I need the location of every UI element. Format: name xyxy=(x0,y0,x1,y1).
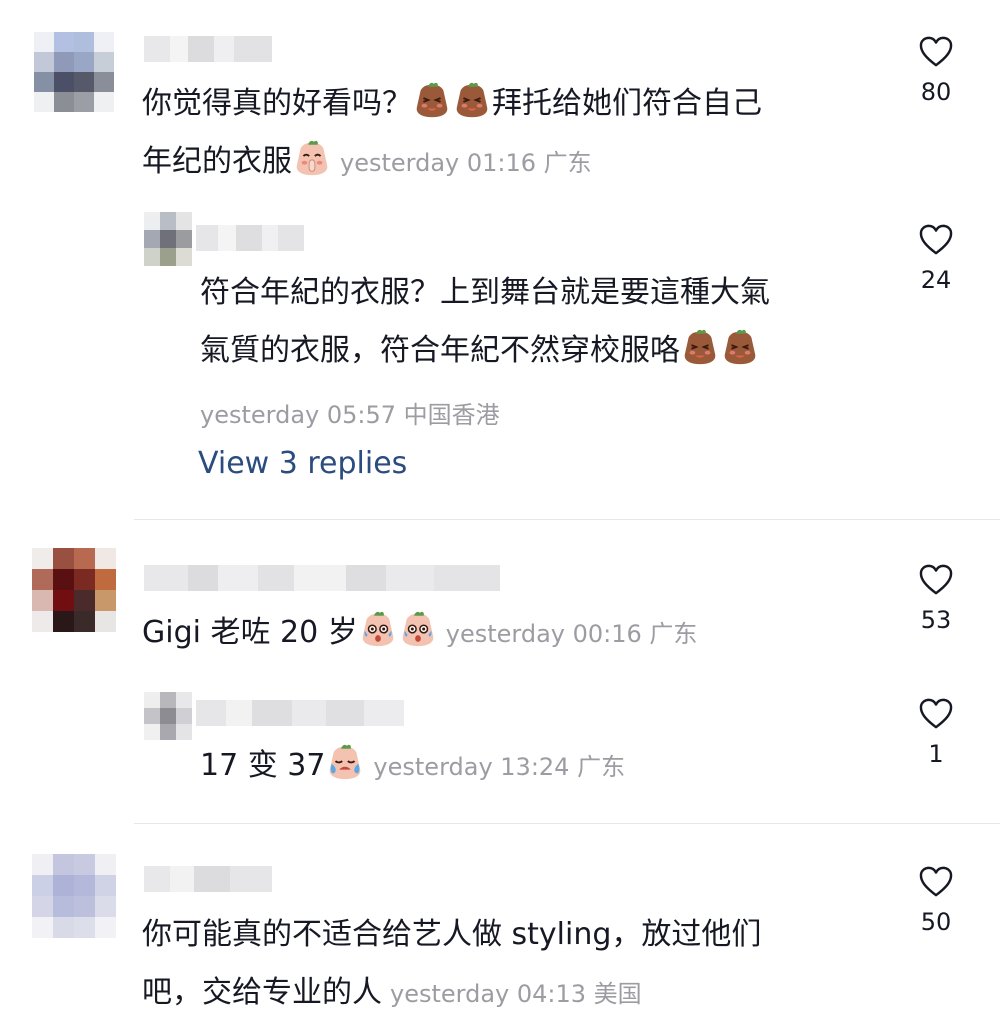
avatar[interactable] xyxy=(144,692,192,740)
avatar[interactable] xyxy=(32,548,116,632)
like-button[interactable]: 24 xyxy=(896,224,976,294)
like-count: 80 xyxy=(920,78,952,106)
view-replies-link[interactable]: View 3 replies xyxy=(198,446,407,481)
shush-sticker-icon xyxy=(293,139,331,177)
username[interactable] xyxy=(196,700,404,726)
comment-meta: yesterday 00:16 广东 xyxy=(445,620,698,648)
avatar[interactable] xyxy=(32,854,116,938)
reply-text: 符合年紀的衣服？上到舞台就是要這種大氣 xyxy=(200,264,770,322)
reply-text-line: 17 变 37 xyxy=(200,748,326,783)
username[interactable] xyxy=(196,225,304,251)
smirk-sticker-icon xyxy=(453,81,491,119)
comment-text-line: 你可能真的不适合给艺人做 styling，放过他们 xyxy=(142,917,762,952)
avatar[interactable] xyxy=(34,32,114,112)
like-count: 50 xyxy=(920,908,952,936)
like-button[interactable]: 50 xyxy=(896,866,976,936)
comment-text: 年纪的衣服 yesterday 01:16 广东 xyxy=(142,133,592,192)
comment-text: Gigi 老咗 20 岁 yesterday 00:16 广东 xyxy=(142,604,697,663)
comment-text: 你可能真的不适合给艺人做 styling，放过他们 xyxy=(142,906,761,964)
crying-sticker-icon xyxy=(326,743,364,781)
heart-outline-icon[interactable] xyxy=(919,866,953,898)
comment-meta: yesterday 04:13 美国 xyxy=(390,980,642,1008)
reply-meta: yesterday 13:24 广东 xyxy=(373,753,626,781)
smirk-sticker-icon xyxy=(721,328,759,366)
like-count: 24 xyxy=(920,266,952,294)
reply-text: 17 变 37 yesterday 13:24 广东 xyxy=(200,737,625,796)
username[interactable] xyxy=(144,36,272,62)
reply-text-line: 氣質的衣服，符合年紀不然穿校服咯 xyxy=(200,333,680,368)
divider xyxy=(134,519,1000,520)
comment-text-line: 你觉得真的好看吗？ xyxy=(142,86,412,121)
heart-outline-icon[interactable] xyxy=(919,698,953,730)
username[interactable] xyxy=(144,565,500,591)
heart-outline-icon[interactable] xyxy=(919,564,953,596)
heart-outline-icon[interactable] xyxy=(919,224,953,256)
reply-meta: yesterday 05:57 中国香港 xyxy=(200,401,500,429)
comment-meta: yesterday 01:16 广东 xyxy=(340,149,592,177)
comment-text: 吧，交给专业的人 yesterday 04:13 美国 xyxy=(142,964,642,1023)
comment-text-line: 年纪的衣服 xyxy=(142,144,292,179)
like-button[interactable]: 53 xyxy=(896,564,976,634)
smirk-sticker-icon xyxy=(413,81,451,119)
reply-text: 氣質的衣服，符合年紀不然穿校服咯 xyxy=(200,322,760,380)
avatar[interactable] xyxy=(144,212,192,266)
comment-text-line: 拜托给她们符合自己 xyxy=(492,86,762,121)
smirk-sticker-icon xyxy=(681,328,719,366)
shocked-sticker-icon xyxy=(359,610,397,648)
reply-text-line: 符合年紀的衣服？上到舞台就是要這種大氣 xyxy=(200,275,770,310)
like-button[interactable]: 80 xyxy=(896,36,976,106)
comment-text-line: Gigi 老咗 20 岁 xyxy=(142,615,358,650)
shocked-sticker-icon xyxy=(399,610,437,648)
comment-text: 你觉得真的好看吗？ 拜托给她们符合自己 xyxy=(142,75,762,133)
heart-outline-icon[interactable] xyxy=(919,36,953,68)
divider xyxy=(134,823,1000,824)
like-button[interactable]: 1 xyxy=(896,698,976,768)
like-count: 1 xyxy=(928,740,944,768)
comment-text-line: 吧，交给专业的人 xyxy=(142,975,382,1010)
like-count: 53 xyxy=(920,606,952,634)
username[interactable] xyxy=(144,866,272,892)
